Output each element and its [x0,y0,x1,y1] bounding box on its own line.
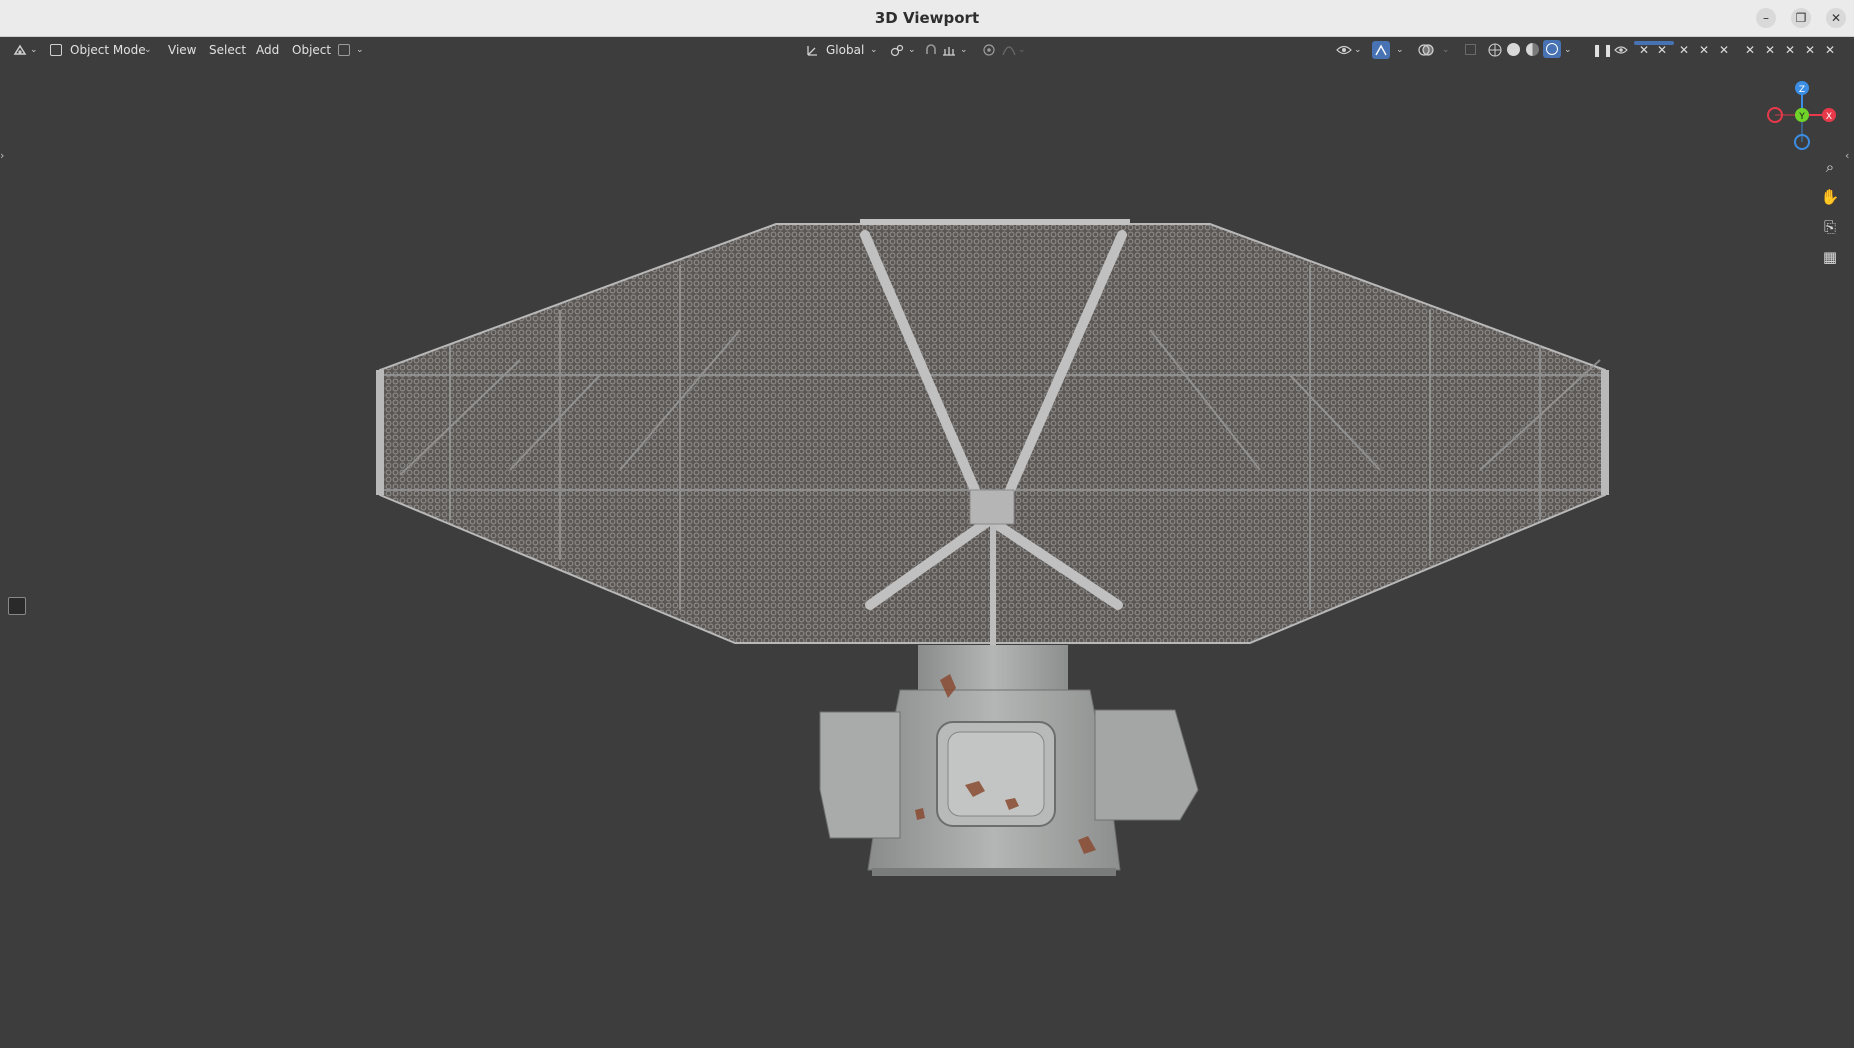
radar-pedestal [819,645,1199,876]
solid-shading-icon[interactable] [1507,43,1520,56]
pause-button[interactable]: ❚❚ [1592,41,1613,59]
restore-icon: ❐ [1795,11,1807,25]
editor-type-button[interactable]: ⌄ [12,41,40,59]
object-mode-icon [50,44,62,56]
navigation-gizmo[interactable]: Z Y X [1757,70,1847,160]
gizmo-y-label: Y [1798,112,1805,122]
mode-label: Object Mode [70,43,146,57]
chevron-down-icon: ⌄ [870,45,878,55]
cross-mark-icon: ✕ [1698,43,1710,57]
gizmos-icon [1372,41,1390,59]
falloff-icon [1002,46,1016,56]
material-preview-icon[interactable] [1526,43,1539,56]
chevron-down-icon: ⌄ [1354,45,1362,55]
3d-viewport[interactable]: › ‹ Z Y X ⌕ ✋ ⎘ ▦ [0,63,1854,1048]
mode-selector[interactable]: Object Mode ⌄ [50,41,154,59]
toolbar-expand-icon[interactable]: › [0,148,9,164]
chevron-down-icon: ⌄ [1442,45,1450,55]
transform-orientation-dropdown[interactable]: Global ⌄ [806,41,880,59]
proportional-editing-controls[interactable]: ⌄ [982,41,1030,59]
cross-mark-icon: ✕ [1656,43,1668,57]
chevron-down-icon: ⌄ [1564,45,1572,55]
snap-controls[interactable]: ⌄ [924,41,972,59]
zoom-icon: ⌕ [1825,158,1835,176]
wireframe-shading-icon[interactable] [1488,43,1502,57]
chevron-down-icon: ⌄ [960,45,968,55]
chevron-down-icon: ⌄ [144,45,152,55]
cross-mark-icon: ✕ [1638,43,1650,57]
rendered-shading-icon[interactable] [1543,40,1561,58]
minimize-icon: – [1763,11,1769,25]
hand-pan-icon: ✋ [1820,188,1840,206]
minimize-button[interactable]: – [1756,8,1776,28]
cross-mark-icon: ✕ [1804,43,1816,57]
perspective-toggle-button[interactable]: ▦ [1818,245,1842,269]
gizmo-x-label: X [1826,112,1832,122]
overlays-toggle[interactable]: ⌄ [1418,41,1454,59]
object-gizmo-icon [338,44,350,56]
feed-horn [969,489,1015,525]
window-title: 3D Viewport [874,9,980,27]
chevron-down-icon: ⌄ [1018,45,1026,55]
snap-icon [926,44,936,54]
gizmos-toggle[interactable]: ⌄ [1372,41,1408,59]
menu-view[interactable]: View [164,41,200,59]
transform-orientation-icon [807,46,817,56]
snap-increment-icon [943,47,955,56]
xray-icon [1465,44,1476,55]
pivot-point-icon [890,44,904,57]
gizmo-toggle-button[interactable]: ⌄ [338,41,366,59]
cross-mark-icon: ✕ [1784,43,1796,57]
window-titlebar: 3D Viewport – ❐ ✕ [0,0,1854,37]
close-button[interactable]: ✕ [1826,8,1846,28]
xray-toggle[interactable] [1464,41,1480,59]
visibility-dropdown[interactable]: ⌄ [1336,41,1362,59]
tool-settings-icon[interactable] [8,597,26,615]
cross-mark-icon: ✕ [1764,43,1776,57]
cross-mark-icon: ✕ [1718,43,1730,57]
right-edge-cap [1601,370,1609,495]
menu-select[interactable]: Select [205,41,250,59]
proportional-editing-icon [983,44,995,56]
left-edge-cap [376,370,384,495]
overlays-icon [1418,44,1434,56]
chevron-down-icon: ⌄ [30,45,38,55]
pivot-point-dropdown[interactable]: ⌄ [890,41,918,59]
eye-icon [1614,46,1628,54]
menu-object[interactable]: Object [288,41,335,59]
chevron-down-icon: ⌄ [1396,45,1404,55]
menu-add[interactable]: Add [252,41,283,59]
maximize-button[interactable]: ❐ [1791,8,1811,28]
viewport-header: ⌄ Object Mode ⌄ View Select Add Object ⌄… [0,37,1854,63]
chevron-down-icon: ⌄ [908,45,916,55]
shading-modes[interactable]: ⌄ [1488,40,1572,59]
eye-toggle[interactable] [1614,41,1628,59]
transform-orientation-label: Global [826,43,865,57]
cross-mark-icon: ✕ [1678,43,1690,57]
visibility-icon [1336,45,1352,55]
pan-button[interactable]: ✋ [1818,185,1842,209]
close-icon: ✕ [1830,11,1842,25]
camera-view-button[interactable]: ⎘ [1818,215,1842,239]
zoom-button[interactable]: ⌕ [1818,155,1842,179]
cross-mark-icon: ✕ [1744,43,1756,57]
chevron-down-icon: ⌄ [356,45,364,55]
gizmo-z-label: Z [1799,85,1805,95]
camera-icon: ⎘ [1823,218,1836,236]
pause-icon: ❚❚ [1592,43,1615,57]
radar-model[interactable] [0,63,1854,1048]
editor-type-icon [13,44,27,55]
grid-perspective-icon: ▦ [1822,248,1838,266]
cross-mark-icon: ✕ [1824,43,1836,57]
